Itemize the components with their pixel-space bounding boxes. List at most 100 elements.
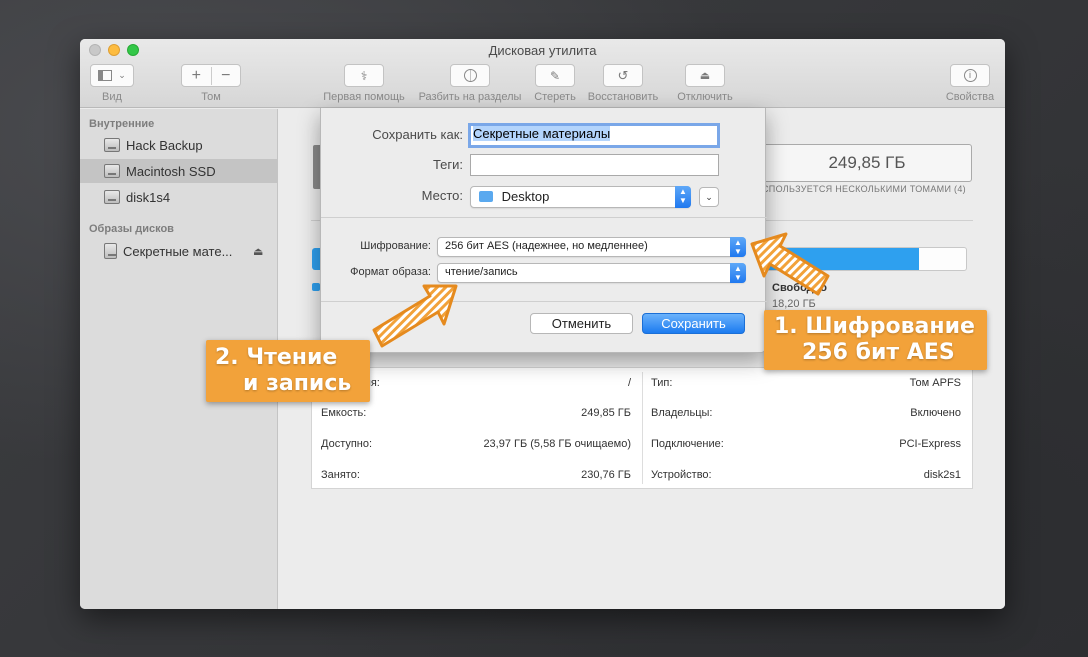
info-key: Доступно: <box>321 438 373 450</box>
volume-label: Том <box>201 91 221 103</box>
disk-image-icon <box>104 243 117 259</box>
stethoscope-icon: ⚕ <box>360 68 368 83</box>
hard-disk-icon <box>104 164 120 178</box>
stepper-icon: ▲ ▼ <box>730 263 746 283</box>
callout-format-line1: 2. Чтение <box>215 345 338 370</box>
sidebar-header-internal: Внутренние <box>89 118 155 130</box>
shared-note: СПОЛЬЗУЕТСЯ НЕСКОЛЬКИМИ ТОМАМИ (4) <box>762 184 966 194</box>
info-key: Занято: <box>321 469 360 481</box>
erase-label: Стереть <box>534 91 576 103</box>
sidebar-item-label: Секретные мате... <box>123 243 233 259</box>
capacity-box: 249,85 ГБ <box>762 144 972 182</box>
info-value: disk2s1 <box>923 469 961 481</box>
sidebar-item-macintosh-ssd[interactable]: Macintosh SSD <box>80 159 278 183</box>
erase-icon: ✎ <box>549 68 561 83</box>
eject-icon: ⏏ <box>699 70 711 82</box>
restore-button[interactable]: ↺ <box>603 64 643 87</box>
format-value: чтение/запись <box>445 266 518 278</box>
pie-chart-icon <box>463 69 477 82</box>
info-key: Устройство: <box>651 469 712 481</box>
cancel-button[interactable]: Отменить <box>530 313 633 334</box>
chevron-down-icon: ⌄ <box>118 70 126 80</box>
info-value: Том APFS <box>909 377 961 389</box>
sidebar-item-label: Macintosh SSD <box>126 163 216 179</box>
callout-format-line2: и запись <box>243 371 352 396</box>
info-key: Емкость: <box>321 407 367 419</box>
first-aid-label: Первая помощь <box>323 91 405 103</box>
encryption-value: 256 бит AES (надежнее, но медленнее) <box>445 240 648 252</box>
legend-swatch <box>312 283 320 291</box>
hard-disk-icon <box>104 190 120 204</box>
restore-label: Восстановить <box>587 91 659 103</box>
arrow-icon-encryption <box>750 232 830 296</box>
info-value: Включено <box>910 407 961 419</box>
info-key: Тип: <box>651 377 673 389</box>
info-value: / <box>627 377 631 389</box>
format-label: Формат образа: <box>350 266 431 278</box>
sidebar-item-disk1s4[interactable]: disk1s4 <box>80 185 278 209</box>
callout-encryption-line1: 1. Шифрование <box>774 314 975 339</box>
view-label: Вид <box>102 91 122 103</box>
add-icon[interactable]: + <box>182 66 212 85</box>
view-button[interactable]: ⌄ <box>90 64 134 87</box>
info-row: Емкость: 249,85 ГБ <box>321 398 631 428</box>
info-value: 249,85 ГБ <box>581 407 631 419</box>
toolbar: Дисковая утилита ⌄ Вид + − Том ⚕ Первая … <box>80 39 1005 108</box>
info-row: Занято: 230,76 ГБ <box>321 460 631 490</box>
eject-icon[interactable]: ⏏ <box>253 245 263 258</box>
info-icon: i <box>963 69 977 82</box>
info-table: дключения: / Емкость: 249,85 ГБ Доступно… <box>311 367 973 489</box>
chevron-down-icon: ⌄ <box>705 192 713 202</box>
divider <box>321 217 767 218</box>
info-row: Подключение: PCI-Express <box>651 429 961 459</box>
tags-field[interactable] <box>470 154 719 176</box>
encryption-label: Шифрование: <box>360 240 431 252</box>
remove-icon[interactable]: − <box>212 67 241 85</box>
unmount-label: Отключить <box>677 91 733 103</box>
partition-button[interactable] <box>450 64 490 87</box>
sidebar-view-icon <box>98 70 113 81</box>
column-divider <box>642 372 643 484</box>
info-row: Тип: Том APFS <box>651 368 961 398</box>
folder-icon <box>479 191 493 202</box>
sidebar-item-label: disk1s4 <box>126 189 171 205</box>
sidebar-item-secret-image[interactable]: Секретные мате... ⏏ <box>80 239 278 263</box>
info-label: Свойства <box>945 91 995 103</box>
hard-disk-icon <box>104 138 120 152</box>
save-button[interactable]: Сохранить <box>642 313 745 334</box>
first-aid-button[interactable]: ⚕ <box>344 64 384 87</box>
restore-icon: ↺ <box>617 67 629 83</box>
format-popup[interactable]: чтение/запись ▲ ▼ <box>437 263 746 283</box>
callout-encryption: 1. Шифрование 256 бит AES <box>764 310 987 370</box>
info-key: Подключение: <box>651 438 724 450</box>
partition-label: Разбить на разделы <box>418 91 522 103</box>
location-popup[interactable]: Desktop ▲ ▼ <box>470 186 691 208</box>
info-key: Владельцы: <box>651 407 713 419</box>
usage-bar-left-stub <box>312 248 320 270</box>
info-value: PCI-Express <box>899 438 961 450</box>
info-value: 230,76 ГБ <box>581 469 631 481</box>
info-value: 23,97 ГБ (5,58 ГБ очищаемо) <box>483 438 631 450</box>
expand-button[interactable]: ⌄ <box>699 187 719 207</box>
info-button[interactable]: i <box>950 64 990 87</box>
info-row: Владельцы: Включено <box>651 398 961 428</box>
info-row: Устройство: disk2s1 <box>651 460 961 490</box>
arrow-icon-format <box>372 284 458 348</box>
location-label: Место: <box>421 188 463 203</box>
sidebar-item-label: Hack Backup <box>126 137 203 153</box>
callout-encryption-line2: 256 бит AES <box>802 340 955 365</box>
location-value: Desktop <box>501 189 550 204</box>
info-row: Доступно: 23,97 ГБ (5,58 ГБ очищаемо) <box>321 429 631 459</box>
encryption-popup[interactable]: 256 бит AES (надежнее, но медленнее) ▲ ▼ <box>437 237 746 257</box>
volume-button-group: + − <box>181 64 241 87</box>
save-as-field[interactable]: Секретные материалы <box>468 123 720 148</box>
stepper-icon: ▲ ▼ <box>675 186 691 208</box>
callout-format: 2. Чтение и запись <box>206 340 370 402</box>
sidebar-header-images: Образы дисков <box>89 223 174 235</box>
erase-button[interactable]: ✎ <box>535 64 575 87</box>
tags-label: Теги: <box>432 157 463 172</box>
window-title: Дисковая утилита <box>488 43 597 58</box>
unmount-button[interactable]: ⏏ <box>685 64 725 87</box>
sidebar-item-hack-backup[interactable]: Hack Backup <box>80 133 278 157</box>
save-as-label: Сохранить как: <box>372 127 463 142</box>
